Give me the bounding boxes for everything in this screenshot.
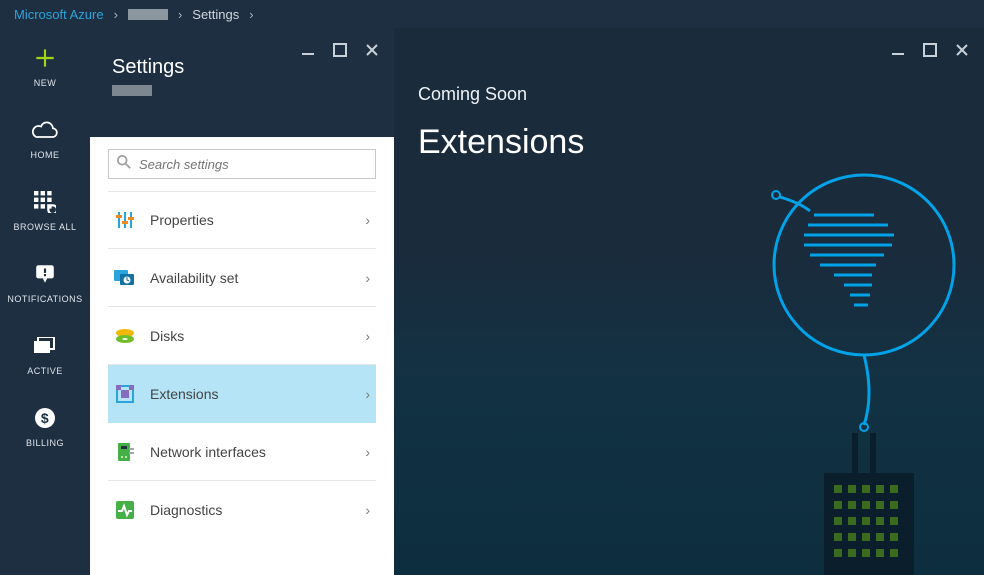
maximize-button[interactable] bbox=[922, 42, 938, 58]
coming-soon-label: Coming Soon bbox=[418, 84, 984, 105]
rail-label: NEW bbox=[34, 78, 57, 88]
rail-label: BROWSE ALL bbox=[13, 222, 76, 232]
settings-item-diagnostics[interactable]: Diagnostics › bbox=[108, 481, 376, 539]
close-button[interactable] bbox=[954, 42, 970, 58]
breadcrumb-resource-name[interactable] bbox=[128, 9, 168, 20]
disks-icon bbox=[114, 325, 136, 347]
extensions-title: Extensions bbox=[418, 123, 984, 162]
chevron-right-icon: › bbox=[365, 502, 370, 518]
chevron-right-icon: › bbox=[365, 386, 370, 402]
settings-blade: Settings bbox=[90, 28, 394, 575]
rail-browse-all[interactable]: BROWSE ALL bbox=[0, 188, 90, 232]
windows-icon bbox=[31, 332, 59, 360]
rail-new[interactable]: NEW bbox=[0, 44, 90, 88]
settings-item-network-interfaces[interactable]: Network interfaces › bbox=[108, 423, 376, 481]
rail-billing[interactable]: $ BILLING bbox=[0, 404, 90, 448]
chevron-right-icon: › bbox=[365, 212, 370, 228]
network-icon bbox=[114, 441, 136, 463]
left-rail: NEW HOME BROWSE ALL NOTIFICATI bbox=[0, 28, 90, 575]
sliders-icon bbox=[114, 209, 136, 231]
cloud-icon bbox=[31, 116, 59, 144]
chevron-right-icon: › bbox=[114, 7, 118, 22]
settings-item-label: Extensions bbox=[150, 386, 351, 402]
rail-label: BILLING bbox=[26, 438, 64, 448]
rail-label: HOME bbox=[31, 150, 60, 160]
breadcrumb-settings[interactable]: Settings bbox=[192, 7, 239, 22]
settings-item-properties[interactable]: Properties › bbox=[108, 191, 376, 249]
rail-home[interactable]: HOME bbox=[0, 116, 90, 160]
chevron-right-icon: › bbox=[365, 328, 370, 344]
blade-subtitle-resource bbox=[112, 85, 152, 96]
search-icon bbox=[117, 155, 131, 174]
settings-item-label: Network interfaces bbox=[150, 444, 351, 460]
plus-icon bbox=[31, 44, 59, 72]
billing-icon: $ bbox=[31, 404, 59, 432]
rail-notifications[interactable]: NOTIFICATIONS bbox=[0, 260, 90, 304]
svg-text:$: $ bbox=[41, 410, 49, 426]
blade-title: Settings bbox=[112, 56, 372, 79]
rail-label: NOTIFICATIONS bbox=[7, 294, 82, 304]
settings-item-label: Disks bbox=[150, 328, 351, 344]
notification-icon bbox=[31, 260, 59, 288]
maximize-button[interactable] bbox=[332, 42, 348, 58]
settings-item-availability-set[interactable]: Availability set › bbox=[108, 249, 376, 307]
settings-item-label: Availability set bbox=[150, 270, 351, 286]
search-settings-box[interactable] bbox=[108, 149, 376, 179]
availability-icon bbox=[114, 267, 136, 289]
extensions-icon bbox=[114, 383, 136, 405]
chevron-right-icon: › bbox=[249, 7, 253, 22]
breadcrumb-root[interactable]: Microsoft Azure bbox=[14, 7, 104, 22]
extensions-artwork bbox=[684, 155, 984, 575]
settings-item-extensions[interactable]: Extensions › bbox=[108, 365, 376, 423]
settings-item-disks[interactable]: Disks › bbox=[108, 307, 376, 365]
chevron-right-icon: › bbox=[365, 270, 370, 286]
minimize-button[interactable] bbox=[300, 42, 316, 58]
settings-item-label: Properties bbox=[150, 212, 351, 228]
rail-active[interactable]: ACTIVE bbox=[0, 332, 90, 376]
settings-list: Properties › Availability set › bbox=[90, 187, 394, 539]
chevron-right-icon: › bbox=[365, 444, 370, 460]
settings-item-label: Diagnostics bbox=[150, 502, 351, 518]
close-button[interactable] bbox=[364, 42, 380, 58]
chevron-right-icon: › bbox=[178, 7, 182, 22]
rail-label: ACTIVE bbox=[27, 366, 63, 376]
breadcrumb: Microsoft Azure › › Settings › bbox=[0, 0, 984, 28]
diagnostics-icon bbox=[114, 499, 136, 521]
extensions-blade: Coming Soon Extensions bbox=[394, 28, 984, 575]
grid-icon bbox=[31, 188, 59, 216]
search-input[interactable] bbox=[139, 157, 367, 172]
minimize-button[interactable] bbox=[890, 42, 906, 58]
